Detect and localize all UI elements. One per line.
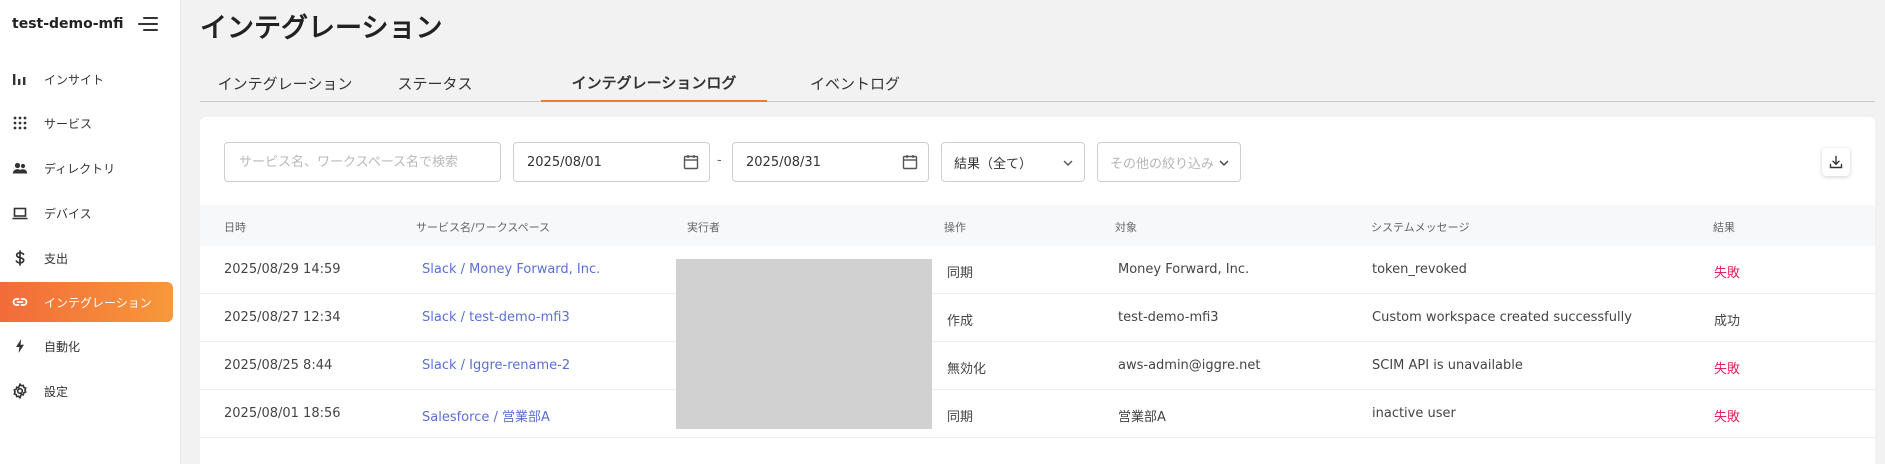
cell-target: test-demo-mfi3 <box>1118 310 1219 325</box>
date-from-field[interactable]: 2025/08/01 <box>513 142 710 182</box>
sidebar-item-label: インテグレーション <box>44 295 152 310</box>
sidebar: test-demo-mfi インサイト サービス ディレクトリ デバイス 支出 … <box>0 0 181 464</box>
cell-message: inactive user <box>1372 406 1456 421</box>
cell-target: aws-admin@iggre.net <box>1118 358 1261 373</box>
sidebar-item-label: 設定 <box>44 384 69 399</box>
date-to-value: 2025/08/31 <box>746 154 821 170</box>
sidebar-item-devices[interactable]: デバイス <box>0 193 173 233</box>
cell-target: 営業部A <box>1118 410 1166 425</box>
workspace-name: test-demo-mfi <box>12 16 124 32</box>
cell-action: 無効化 <box>947 362 987 377</box>
sidebar-item-label: サービス <box>44 116 93 131</box>
sidebar-item-spending[interactable]: 支出 <box>0 238 173 278</box>
cell-message: Custom workspace created successfully <box>1372 310 1632 325</box>
cell-datetime: 2025/08/01 18:56 <box>224 406 341 421</box>
users-icon <box>12 160 28 176</box>
cell-result: 失敗 <box>1714 410 1741 425</box>
gear-icon <box>12 383 28 399</box>
chevron-down-icon <box>1063 160 1073 166</box>
cell-service-link[interactable]: Salesforce / 営業部A <box>422 406 550 425</box>
column-header-executor: 実行者 <box>687 221 720 234</box>
date-separator: - <box>717 153 722 168</box>
column-header-result: 結果 <box>1713 221 1735 234</box>
cell-datetime: 2025/08/29 14:59 <box>224 262 341 277</box>
sidebar-item-label: 支出 <box>44 251 69 266</box>
table-row[interactable]: 2025/08/29 14:59 Slack / Money Forward, … <box>200 246 1875 294</box>
cell-action: 同期 <box>947 266 974 281</box>
sidebar-item-label: 自動化 <box>44 339 81 354</box>
table-row[interactable]: 2025/08/27 12:34 Slack / test-demo-mfi3 … <box>200 294 1875 342</box>
cell-service-link[interactable]: Slack / Money Forward, Inc. <box>422 262 600 277</box>
search-input[interactable] <box>224 142 501 182</box>
cell-result: 失敗 <box>1714 266 1741 281</box>
laptop-icon <box>12 205 28 221</box>
cell-action: 同期 <box>947 410 974 425</box>
sidebar-item-insight[interactable]: インサイト <box>0 59 173 99</box>
sidebar-item-label: インサイト <box>44 72 105 87</box>
cell-action: 作成 <box>947 314 974 329</box>
date-from-value: 2025/08/01 <box>527 154 602 170</box>
tab-event-log[interactable]: イベントログ <box>780 64 930 102</box>
sidebar-item-label: ディレクトリ <box>44 161 116 176</box>
bar-chart-icon <box>12 71 28 87</box>
tab-status[interactable]: ステータス <box>370 64 500 102</box>
grid-icon <box>12 115 28 131</box>
dollar-icon <box>12 250 28 266</box>
cell-service-link[interactable]: Slack / test-demo-mfi3 <box>422 310 570 325</box>
tab-integration[interactable]: インテグレーション <box>200 64 370 102</box>
column-header-action: 操作 <box>944 221 966 234</box>
other-filter-select[interactable]: その他の絞り込み <box>1097 142 1241 182</box>
column-header-message: システムメッセージ <box>1371 221 1470 234</box>
sidebar-item-automation[interactable]: 自動化 <box>0 326 173 366</box>
tab-bar: インテグレーション ステータス インテグレーションログ イベントログ <box>200 64 1875 102</box>
sidebar-item-integration[interactable]: インテグレーション <box>0 282 173 322</box>
link-icon <box>12 294 28 310</box>
result-filter-value: 結果（全て） <box>954 156 1033 172</box>
chevron-down-icon <box>1219 160 1229 166</box>
log-panel: 2025/08/01 - 2025/08/31 結果（全て） その他の絞り込み … <box>200 117 1875 464</box>
download-icon <box>1829 155 1843 169</box>
cell-datetime: 2025/08/25 8:44 <box>224 358 333 373</box>
table-header: 日時 サービス名/ワークスペース 実行者 操作 対象 システムメッセージ 結果 <box>200 205 1875 246</box>
column-header-target: 対象 <box>1115 221 1137 234</box>
sidebar-item-services[interactable]: サービス <box>0 103 173 143</box>
cell-result: 失敗 <box>1714 362 1741 377</box>
cell-message: token_revoked <box>1372 262 1467 277</box>
cell-service-link[interactable]: Slack / Iggre-rename-2 <box>422 358 570 373</box>
cell-target: Money Forward, Inc. <box>1118 262 1250 277</box>
table-row[interactable]: 2025/08/25 8:44 Slack / Iggre-rename-2 無… <box>200 342 1875 390</box>
cell-result: 成功 <box>1714 314 1741 329</box>
menu-collapse-icon[interactable] <box>137 14 159 34</box>
sidebar-item-settings[interactable]: 設定 <box>0 371 173 411</box>
redacted-executor-block <box>676 259 932 429</box>
date-to-field[interactable]: 2025/08/31 <box>732 142 929 182</box>
calendar-icon <box>683 155 699 170</box>
calendar-icon <box>902 155 918 170</box>
tab-integration-log[interactable]: インテグレーションログ <box>541 64 767 102</box>
cell-message: SCIM API is unavailable <box>1372 358 1523 373</box>
column-header-service: サービス名/ワークスペース <box>416 221 551 234</box>
download-button[interactable] <box>1822 148 1850 176</box>
table-row[interactable]: 2025/08/01 18:56 Salesforce / 営業部A 同期 営業… <box>200 390 1875 438</box>
column-header-datetime: 日時 <box>224 221 246 234</box>
cell-datetime: 2025/08/27 12:34 <box>224 310 341 325</box>
result-filter-select[interactable]: 結果（全て） <box>941 142 1085 182</box>
other-filter-label: その他の絞り込み <box>1110 156 1215 172</box>
sidebar-item-label: デバイス <box>44 206 92 221</box>
sidebar-item-directory[interactable]: ディレクトリ <box>0 148 173 188</box>
page-title: インテグレーション <box>200 13 443 44</box>
lightning-icon <box>12 338 28 354</box>
